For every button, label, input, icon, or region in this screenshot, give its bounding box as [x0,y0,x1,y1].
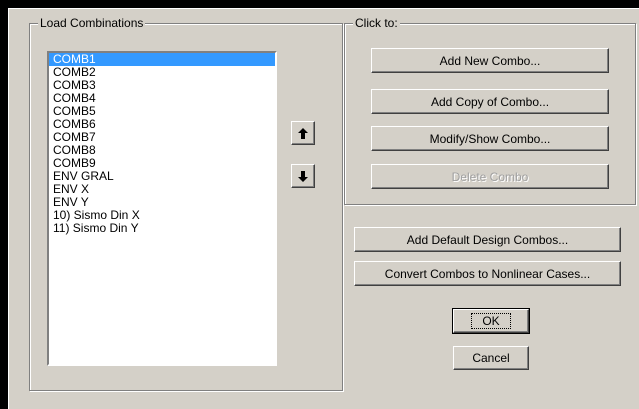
cancel-button[interactable]: Cancel [453,346,529,370]
define-load-combinations-dialog: Load Combinations COMB1 COMB2 COMB3 COMB… [8,8,639,409]
modify-show-combo-button[interactable]: Modify/Show Combo... [371,126,609,151]
add-copy-of-combo-button[interactable]: Add Copy of Combo... [371,89,609,114]
delete-combo-button[interactable]: Delete Combo [371,164,609,189]
add-new-combo-button[interactable]: Add New Combo... [371,48,609,73]
arrow-up-icon [298,127,308,139]
ok-button[interactable]: OK [452,308,530,334]
add-default-design-combos-button[interactable]: Add Default Design Combos... [354,227,621,252]
list-item[interactable]: 11) Sismo Din Y [49,222,275,235]
move-down-button[interactable] [291,164,315,188]
ok-button-label: OK [471,313,511,329]
load-combinations-title: Load Combinations [38,16,146,30]
arrow-down-icon [298,170,308,182]
click-to-title: Click to: [353,16,400,30]
move-up-button[interactable] [291,121,315,145]
convert-combos-to-nonlinear-button[interactable]: Convert Combos to Nonlinear Cases... [354,261,621,286]
load-combinations-list[interactable]: COMB1 COMB2 COMB3 COMB4 COMB5 COMB6 COMB… [47,51,277,366]
